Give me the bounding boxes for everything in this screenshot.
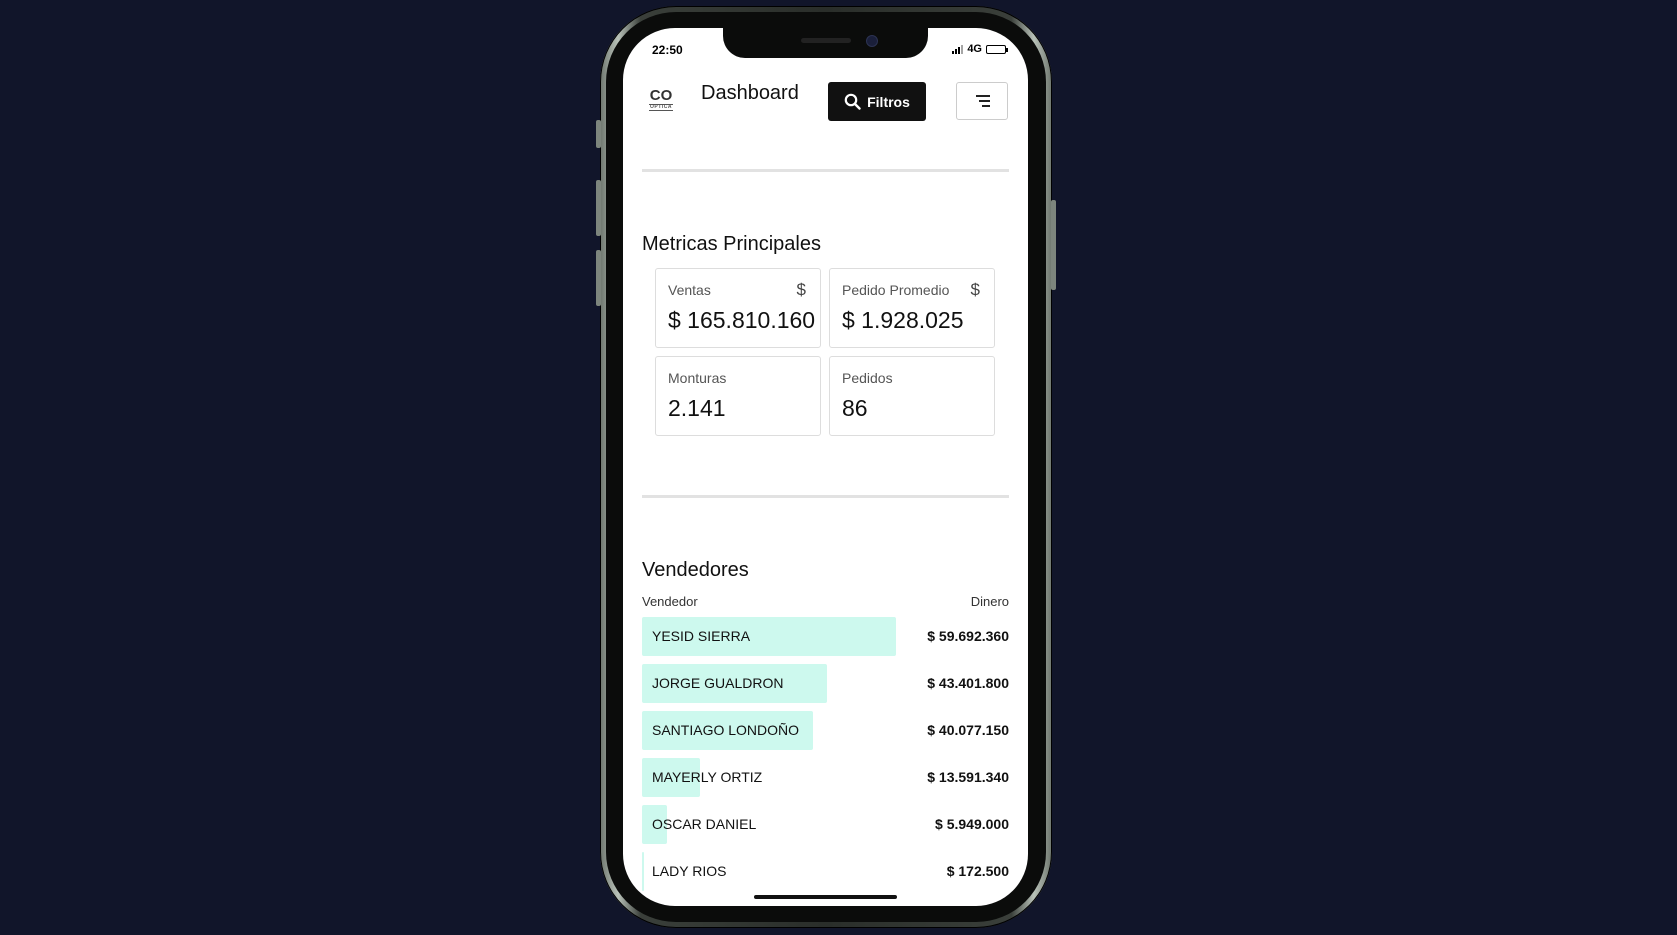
- metric-card-monturas: Monturas 2.141: [655, 356, 821, 436]
- metric-label: Pedido Promedio: [842, 282, 950, 298]
- seller-row[interactable]: YESID SIERRA $ 59.692.360: [642, 617, 1009, 656]
- metric-value: 86: [842, 395, 868, 421]
- seller-name: SANTIAGO LONDOÑO: [652, 722, 800, 738]
- metric-card-ventas: Ventas $ $ 165.810.160: [655, 268, 821, 348]
- filters-button[interactable]: Filtros: [828, 82, 926, 121]
- home-indicator[interactable]: [754, 895, 897, 899]
- page-title: Dashboard: [701, 82, 799, 104]
- seller-name: LADY RIOS: [652, 863, 727, 879]
- speaker: [801, 38, 851, 43]
- seller-amount: $ 5.949.000: [935, 816, 1009, 832]
- metric-value: $ 165.810.160: [668, 307, 816, 333]
- network-label: 4G: [967, 43, 982, 55]
- filters-button-label: Filtros: [867, 93, 910, 110]
- metric-card-pedidos: Pedidos 86: [829, 356, 995, 436]
- seller-amount: $ 40.077.150: [927, 722, 1009, 738]
- volume-down-button: [596, 250, 601, 306]
- battery-icon: [986, 44, 1008, 54]
- signal-icon: [952, 44, 964, 54]
- seller-name: MAYERLY ORTIZ: [652, 769, 763, 785]
- search-icon: [844, 93, 861, 110]
- dollar-icon: $: [970, 280, 980, 299]
- power-button: [1051, 200, 1056, 290]
- metric-label: Ventas: [668, 282, 711, 298]
- seller-bar: [642, 852, 644, 891]
- divider-top: [642, 169, 1009, 172]
- front-camera: [866, 35, 878, 47]
- seller-row[interactable]: JORGE GUALDRON $ 43.401.800: [642, 664, 1009, 703]
- metric-value: $ 1.928.025: [842, 307, 964, 333]
- metric-label: Monturas: [668, 370, 727, 386]
- metrics-title: Metricas Principales: [642, 233, 821, 255]
- seller-name: YESID SIERRA: [652, 628, 751, 644]
- seller-row[interactable]: LADY RIOS $ 172.500: [642, 852, 1009, 891]
- divider-middle: [642, 495, 1009, 498]
- menu-button[interactable]: [956, 82, 1008, 120]
- sellers-title: Vendedores: [642, 559, 749, 581]
- phone-screen: 22:50 4G CO OPTICA Dashboard Filtros Met…: [623, 28, 1028, 906]
- menu-icon: [976, 95, 990, 107]
- seller-row[interactable]: MAYERLY ORTIZ $ 13.591.340: [642, 758, 1009, 797]
- seller-name: OSCAR DANIEL: [652, 816, 757, 832]
- volume-up-button: [596, 180, 601, 236]
- notch: [723, 28, 928, 58]
- seller-row[interactable]: OSCAR DANIEL $ 5.949.000: [642, 805, 1009, 844]
- seller-amount: $ 43.401.800: [927, 675, 1009, 691]
- column-header-dinero: Dinero: [970, 594, 1009, 609]
- logo-text: CO: [649, 87, 673, 104]
- seller-amount: $ 172.500: [946, 863, 1009, 879]
- app-logo[interactable]: CO OPTICA: [647, 88, 675, 114]
- seller-amount: $ 13.591.340: [927, 769, 1009, 785]
- mute-switch: [596, 120, 601, 148]
- seller-amount: $ 59.692.360: [927, 628, 1009, 644]
- metric-label: Pedidos: [842, 370, 893, 386]
- logo-subtext: OPTICA: [649, 104, 673, 111]
- column-header-vendedor: Vendedor: [642, 594, 698, 609]
- seller-row[interactable]: SANTIAGO LONDOÑO $ 40.077.150: [642, 711, 1009, 750]
- status-time: 22:50: [652, 43, 683, 57]
- seller-name: JORGE GUALDRON: [652, 675, 784, 691]
- status-indicators: 4G: [952, 43, 1008, 55]
- metric-value: 2.141: [668, 395, 726, 421]
- dollar-icon: $: [796, 280, 806, 299]
- metric-card-pedido-promedio: Pedido Promedio $ $ 1.928.025: [829, 268, 995, 348]
